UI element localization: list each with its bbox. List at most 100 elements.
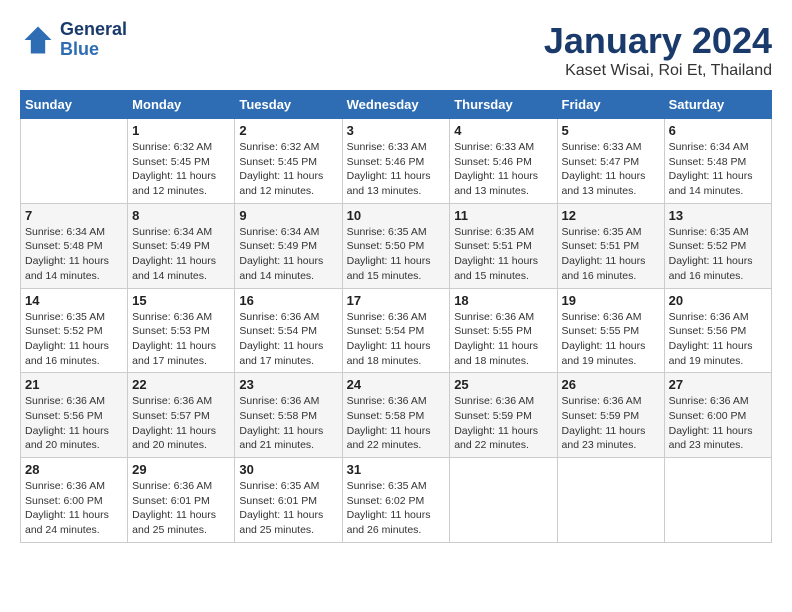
- day-number: 5: [562, 123, 660, 138]
- calendar-cell: 28 Sunrise: 6:36 AM Sunset: 6:00 PM Dayli…: [21, 458, 128, 543]
- day-info: Sunrise: 6:36 AM Sunset: 5:57 PM Dayligh…: [132, 394, 230, 453]
- day-number: 17: [347, 293, 446, 308]
- day-info: Sunrise: 6:36 AM Sunset: 6:00 PM Dayligh…: [25, 479, 123, 538]
- main-title: January 2024: [544, 20, 772, 62]
- day-info: Sunrise: 6:35 AM Sunset: 5:50 PM Dayligh…: [347, 225, 446, 284]
- calendar-cell: 7 Sunrise: 6:34 AM Sunset: 5:48 PM Daylig…: [21, 203, 128, 288]
- calendar-cell: 22Sunrise: 6:36 AM Sunset: 5:57 PM Dayli…: [128, 373, 235, 458]
- day-info: Sunrise: 6:36 AM Sunset: 5:55 PM Dayligh…: [562, 310, 660, 369]
- logo-icon: [20, 22, 56, 58]
- day-info: Sunrise: 6:36 AM Sunset: 5:58 PM Dayligh…: [239, 394, 337, 453]
- calendar-cell: [557, 458, 664, 543]
- calendar-cell: 8Sunrise: 6:34 AM Sunset: 5:49 PM Daylig…: [128, 203, 235, 288]
- day-number: 25: [454, 377, 552, 392]
- title-block: January 2024 Kaset Wisai, Roi Et, Thaila…: [544, 20, 772, 80]
- day-number: 31: [347, 462, 446, 477]
- day-info: Sunrise: 6:35 AM Sunset: 5:51 PM Dayligh…: [562, 225, 660, 284]
- calendar-cell: 10 Sunrise: 6:35 AM Sunset: 5:50 PM Dayli…: [342, 203, 450, 288]
- calendar-cell: 31 Sunrise: 6:35 AM Sunset: 6:02 PM Dayli…: [342, 458, 450, 543]
- day-number: 26: [562, 377, 660, 392]
- day-info: Sunrise: 6:35 AM Sunset: 6:01 PM Dayligh…: [239, 479, 337, 538]
- day-info: Sunrise: 6:36 AM Sunset: 6:00 PM Dayligh…: [669, 394, 767, 453]
- day-number: 18: [454, 293, 552, 308]
- day-info: Sunrise: 6:36 AM Sunset: 5:56 PM Dayligh…: [669, 310, 767, 369]
- calendar-cell: 5 Sunrise: 6:33 AM Sunset: 5:47 PM Daylig…: [557, 119, 664, 204]
- day-info: Sunrise: 6:36 AM Sunset: 6:01 PM Dayligh…: [132, 479, 230, 538]
- day-info: Sunrise: 6:33 AM Sunset: 5:46 PM Dayligh…: [347, 140, 446, 199]
- calendar-cell: 9 Sunrise: 6:34 AM Sunset: 5:49 PM Daylig…: [235, 203, 342, 288]
- day-number: 4: [454, 123, 552, 138]
- calendar-cell: 16Sunrise: 6:36 AM Sunset: 5:54 PM Dayli…: [235, 288, 342, 373]
- calendar-cell: 18 Sunrise: 6:36 AM Sunset: 5:55 PM Dayli…: [450, 288, 557, 373]
- day-header-wednesday: Wednesday: [342, 91, 450, 119]
- day-number: 27: [669, 377, 767, 392]
- day-number: 14: [25, 293, 123, 308]
- day-info: Sunrise: 6:32 AM Sunset: 5:45 PM Dayligh…: [239, 140, 337, 199]
- day-number: 11: [454, 208, 552, 223]
- day-number: 28: [25, 462, 123, 477]
- logo-line1: General: [60, 20, 127, 40]
- day-info: Sunrise: 6:33 AM Sunset: 5:46 PM Dayligh…: [454, 140, 552, 199]
- day-header-tuesday: Tuesday: [235, 91, 342, 119]
- day-header-thursday: Thursday: [450, 91, 557, 119]
- day-number: 2: [239, 123, 337, 138]
- day-info: Sunrise: 6:35 AM Sunset: 5:52 PM Dayligh…: [669, 225, 767, 284]
- calendar-cell: 3 Sunrise: 6:33 AM Sunset: 5:46 PM Daylig…: [342, 119, 450, 204]
- calendar-cell: 30 Sunrise: 6:35 AM Sunset: 6:01 PM Dayli…: [235, 458, 342, 543]
- calendar-cell: 27 Sunrise: 6:36 AM Sunset: 6:00 PM Dayli…: [664, 373, 771, 458]
- calendar-cell: 12 Sunrise: 6:35 AM Sunset: 5:51 PM Dayli…: [557, 203, 664, 288]
- day-number: 23: [239, 377, 337, 392]
- day-info: Sunrise: 6:34 AM Sunset: 5:48 PM Dayligh…: [669, 140, 767, 199]
- day-info: Sunrise: 6:34 AM Sunset: 5:49 PM Dayligh…: [239, 225, 337, 284]
- day-number: 30: [239, 462, 337, 477]
- page-header: General Blue January 2024 Kaset Wisai, R…: [20, 20, 772, 80]
- day-info: Sunrise: 6:36 AM Sunset: 5:55 PM Dayligh…: [454, 310, 552, 369]
- day-number: 12: [562, 208, 660, 223]
- day-info: Sunrise: 6:36 AM Sunset: 5:54 PM Dayligh…: [347, 310, 446, 369]
- calendar-cell: 11 Sunrise: 6:35 AM Sunset: 5:51 PM Dayli…: [450, 203, 557, 288]
- calendar-cell: 4 Sunrise: 6:33 AM Sunset: 5:46 PM Daylig…: [450, 119, 557, 204]
- day-info: Sunrise: 6:36 AM Sunset: 5:53 PM Dayligh…: [132, 310, 230, 369]
- subtitle: Kaset Wisai, Roi Et, Thailand: [544, 62, 772, 80]
- calendar-cell: 2 Sunrise: 6:32 AM Sunset: 5:45 PM Daylig…: [235, 119, 342, 204]
- day-header-saturday: Saturday: [664, 91, 771, 119]
- calendar-cell: 20 Sunrise: 6:36 AM Sunset: 5:56 PM Dayli…: [664, 288, 771, 373]
- calendar-week-1: 1 Sunrise: 6:32 AM Sunset: 5:45 PM Daylig…: [21, 119, 772, 204]
- day-number: 20: [669, 293, 767, 308]
- calendar-cell: 14 Sunrise: 6:35 AM Sunset: 5:52 PM Dayli…: [21, 288, 128, 373]
- calendar-body: 1 Sunrise: 6:32 AM Sunset: 5:45 PM Daylig…: [21, 119, 772, 543]
- day-info: Sunrise: 6:36 AM Sunset: 5:58 PM Dayligh…: [347, 394, 446, 453]
- day-number: 9: [239, 208, 337, 223]
- calendar-cell: 13 Sunrise: 6:35 AM Sunset: 5:52 PM Dayli…: [664, 203, 771, 288]
- day-number: 3: [347, 123, 446, 138]
- day-number: 7: [25, 208, 123, 223]
- calendar-cell: [664, 458, 771, 543]
- day-info: Sunrise: 6:32 AM Sunset: 5:45 PM Dayligh…: [132, 140, 230, 199]
- day-header-monday: Monday: [128, 91, 235, 119]
- day-number: 29: [132, 462, 230, 477]
- calendar-cell: 21Sunrise: 6:36 AM Sunset: 5:56 PM Dayli…: [21, 373, 128, 458]
- day-info: Sunrise: 6:34 AM Sunset: 5:49 PM Dayligh…: [132, 225, 230, 284]
- logo-line2: Blue: [60, 40, 127, 60]
- day-number: 6: [669, 123, 767, 138]
- day-number: 1: [132, 123, 230, 138]
- day-info: Sunrise: 6:35 AM Sunset: 6:02 PM Dayligh…: [347, 479, 446, 538]
- day-info: Sunrise: 6:35 AM Sunset: 5:52 PM Dayligh…: [25, 310, 123, 369]
- day-number: 24: [347, 377, 446, 392]
- calendar-week-4: 21Sunrise: 6:36 AM Sunset: 5:56 PM Dayli…: [21, 373, 772, 458]
- day-info: Sunrise: 6:33 AM Sunset: 5:47 PM Dayligh…: [562, 140, 660, 199]
- day-number: 13: [669, 208, 767, 223]
- day-number: 21: [25, 377, 123, 392]
- day-number: 10: [347, 208, 446, 223]
- header-row: SundayMondayTuesdayWednesdayThursdayFrid…: [21, 91, 772, 119]
- calendar-week-5: 28 Sunrise: 6:36 AM Sunset: 6:00 PM Dayli…: [21, 458, 772, 543]
- day-info: Sunrise: 6:36 AM Sunset: 5:54 PM Dayligh…: [239, 310, 337, 369]
- day-number: 15: [132, 293, 230, 308]
- day-info: Sunrise: 6:35 AM Sunset: 5:51 PM Dayligh…: [454, 225, 552, 284]
- calendar-cell: 6 Sunrise: 6:34 AM Sunset: 5:48 PM Daylig…: [664, 119, 771, 204]
- day-header-sunday: Sunday: [21, 91, 128, 119]
- calendar-cell: 23 Sunrise: 6:36 AM Sunset: 5:58 PM Dayli…: [235, 373, 342, 458]
- day-info: Sunrise: 6:34 AM Sunset: 5:48 PM Dayligh…: [25, 225, 123, 284]
- calendar-cell: 25Sunrise: 6:36 AM Sunset: 5:59 PM Dayli…: [450, 373, 557, 458]
- calendar-cell: 24 Sunrise: 6:36 AM Sunset: 5:58 PM Dayli…: [342, 373, 450, 458]
